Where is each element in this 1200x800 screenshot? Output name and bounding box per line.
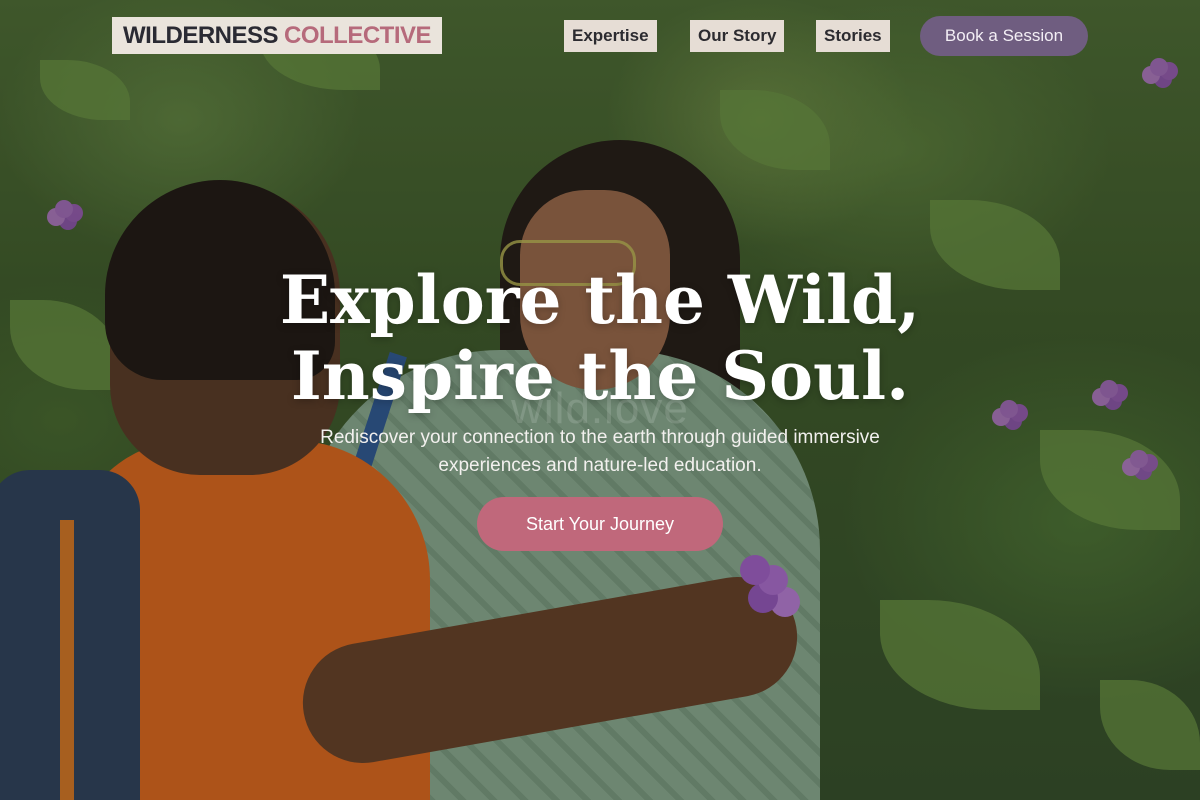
hero-headline: Explore the Wild, Inspire the Soul. — [0, 262, 1200, 414]
subtitle-line-1: Rediscover your connection to the earth … — [320, 427, 880, 448]
nav-link-expertise[interactable]: Expertise — [564, 20, 657, 52]
site-logo[interactable]: WILDERNESS COLLECTIVE — [112, 17, 443, 54]
start-journey-button[interactable]: Start Your Journey — [477, 497, 723, 551]
hero-section: wild.love WILDERNESS COLLECTIVE Expertis… — [0, 0, 1200, 800]
headline-line-2: Inspire the Soul. — [290, 337, 910, 415]
logo-secondary-text: COLLECTIVE — [284, 21, 432, 49]
book-session-button[interactable]: Book a Session — [920, 16, 1088, 56]
headline-line-1: Explore the Wild, — [279, 261, 921, 339]
nav-link-stories[interactable]: Stories — [816, 20, 890, 52]
hero-subtitle: Rediscover your connection to the earth … — [250, 424, 950, 480]
logo-primary-text: WILDERNESS — [123, 21, 279, 49]
subtitle-line-2: experiences and nature-led education. — [438, 455, 762, 476]
nav-link-our-story[interactable]: Our Story — [690, 20, 785, 52]
